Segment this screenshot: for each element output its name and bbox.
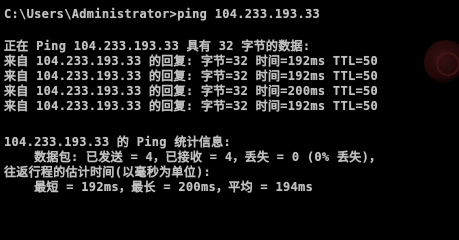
reply-line-2: 来自 104.233.193.33 的回复: 字节=32 时间=192ms TT… <box>4 69 379 83</box>
round-trip-header-line: 往返行程的估计时间(以毫秒为单位): <box>4 165 212 179</box>
reply-line-4: 来自 104.233.193.33 的回复: 字节=32 时间=192ms TT… <box>4 99 379 113</box>
reply-line-1: 来自 104.233.193.33 的回复: 字节=32 时间=192ms TT… <box>4 54 379 68</box>
reply-line-3: 来自 104.233.193.33 的回复: 字节=32 时间=200ms TT… <box>4 84 379 98</box>
round-trip-summary-line: 最短 = 192ms，最长 = 200ms，平均 = 194ms <box>4 180 314 194</box>
command-line: C:\Users\Administrator>ping 104.233.193.… <box>4 7 321 21</box>
statistics-header-line: 104.233.193.33 的 Ping 统计信息: <box>4 135 232 149</box>
ping-header-line: 正在 Ping 104.233.193.33 具有 32 字节的数据: <box>4 39 311 53</box>
command-prompt-console[interactable]: C:\Users\Administrator>ping 104.233.193.… <box>0 0 459 213</box>
packets-summary-line: 数据包: 已发送 = 4，已接收 = 4，丢失 = 0 (0% 丢失)， <box>4 150 382 164</box>
watermark-ring-icon <box>436 52 459 76</box>
